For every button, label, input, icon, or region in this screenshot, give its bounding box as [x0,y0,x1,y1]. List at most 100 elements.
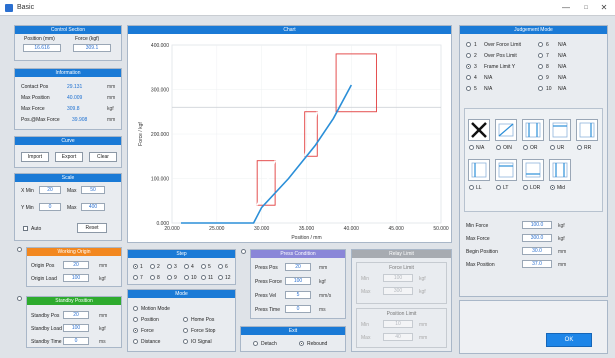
judge-shape-icon[interactable] [522,159,544,181]
judge-shape-icon[interactable] [468,159,490,181]
x-tick-label: 45.000 [389,226,405,232]
mode-radio[interactable] [183,328,188,333]
judgement-number: 2 [474,53,477,59]
minimize-button[interactable]: — [556,2,576,14]
unit-label: mm [319,265,328,271]
step-radio[interactable] [167,264,172,269]
judge-shape-icon-glyph [498,162,514,178]
maximize-button[interactable]: □ [576,2,596,14]
mode-radio[interactable] [183,339,188,344]
export-button[interactable]: Export [55,152,83,162]
judge-shape-radio[interactable] [577,145,582,150]
origin-pos-label: Origin Pos [31,263,55,269]
mode-option-label: Force Stop [191,328,216,334]
press-vel-input[interactable]: 5 [285,291,311,299]
close-button[interactable]: ✕ [594,2,614,14]
judge-shape-icon[interactable] [549,159,571,181]
step-radio[interactable] [167,275,172,280]
judgement-radio[interactable] [466,86,471,91]
judge-shape-radio[interactable] [523,145,528,150]
step-radio-selected[interactable] [133,264,138,269]
window-title: Basic [17,4,35,11]
judge-shape-icon[interactable] [468,119,490,141]
judge-shape-icon[interactable] [522,119,544,141]
force-min-input[interactable]: 100 [383,274,413,282]
x-min-input[interactable]: 20 [39,186,61,194]
origin-pos-input[interactable]: 20 [63,261,89,269]
judge-shape-icon-glyph [525,162,541,178]
judgement-radio[interactable] [466,53,471,58]
unit-label: ms [99,339,106,345]
step-radio[interactable] [184,264,189,269]
step-radio[interactable] [133,275,138,280]
judge-shape-icon[interactable] [495,119,517,141]
mode-radio[interactable] [133,306,138,311]
press-time-input[interactable]: 0 [285,305,311,313]
judgement-radio[interactable] [538,42,543,47]
exit-radio[interactable] [253,341,258,346]
y-min-input[interactable]: 0 [39,203,61,211]
force-position-chart: 20.000 25.000 30.000 35.000 40.000 45.000 50.0… [138,43,449,241]
judgement-radio[interactable] [538,64,543,69]
mode-radio-selected[interactable] [133,328,138,333]
judgement-field-input[interactable]: 30.0 [522,247,552,255]
standby-pos-input[interactable]: 20 [63,311,89,319]
step-option-label: 10 [191,275,197,281]
judgement-option-label: N/A [484,86,493,92]
press-vel-label: Press Vel [255,293,277,299]
working-origin-toggle[interactable] [17,247,22,252]
mode-radio[interactable] [183,317,188,322]
judge-shape-icon[interactable] [576,119,598,141]
standby-time-input[interactable]: 0 [63,337,89,345]
position-max-input[interactable]: 40 [383,333,413,341]
step-radio[interactable] [150,275,155,280]
mode-radio[interactable] [133,339,138,344]
press-force-input[interactable]: 100 [285,277,311,285]
x-max-input[interactable]: 50 [81,186,105,194]
step-radio[interactable] [218,264,223,269]
step-radio[interactable] [150,264,155,269]
step-radio[interactable] [201,275,206,280]
ok-button[interactable]: OK [546,333,592,347]
press-pos-input[interactable]: 20 [285,263,311,271]
origin-load-input[interactable]: 100 [63,274,89,282]
x-tick-label: 35.000 [299,226,315,232]
judge-shape-icon[interactable] [495,159,517,181]
mode-radio[interactable] [133,317,138,322]
judge-shape-radio[interactable] [496,145,501,150]
judgement-radio[interactable] [538,53,543,58]
standby-position-toggle[interactable] [17,296,22,301]
auto-checkbox[interactable] [23,226,28,231]
judgement-radio[interactable] [466,42,471,47]
step-radio[interactable] [218,275,223,280]
judge-shape-radio[interactable] [550,145,555,150]
import-button[interactable]: Import [21,152,49,162]
auto-label: Auto [31,226,42,232]
force-max-input[interactable]: 300 [383,287,413,295]
step-radio[interactable] [184,275,189,280]
clear-button[interactable]: Clear [89,152,117,162]
judgement-radio[interactable] [466,75,471,80]
judge-shape-radio[interactable] [523,185,528,190]
judge-shape-radio[interactable] [496,185,501,190]
y-max-input[interactable]: 400 [81,203,105,211]
judge-shape-icon[interactable] [549,119,571,141]
judgement-radio[interactable] [538,75,543,80]
judge-shape-radio[interactable] [469,185,474,190]
judge-shape-radio-selected[interactable] [550,185,555,190]
judgement-radio-selected[interactable] [466,64,471,69]
judge-shape-radio[interactable] [469,145,474,150]
standby-load-input[interactable]: 100 [63,324,89,332]
curve-shape [498,123,514,137]
judgement-field-input[interactable]: 300.0 [522,234,552,242]
reset-button[interactable]: Reset [77,223,107,233]
step-option-label: 9 [174,275,177,281]
position-min-input[interactable]: 10 [383,320,413,328]
judgement-field-input[interactable]: 100.0 [522,221,552,229]
judgement-radio[interactable] [538,86,543,91]
judgement-field-input[interactable]: 37.0 [522,260,552,268]
step-radio[interactable] [201,264,206,269]
press-condition-toggle[interactable] [241,249,246,254]
exit-radio-selected[interactable] [299,341,304,346]
judge-shape-label: LL [476,185,482,191]
